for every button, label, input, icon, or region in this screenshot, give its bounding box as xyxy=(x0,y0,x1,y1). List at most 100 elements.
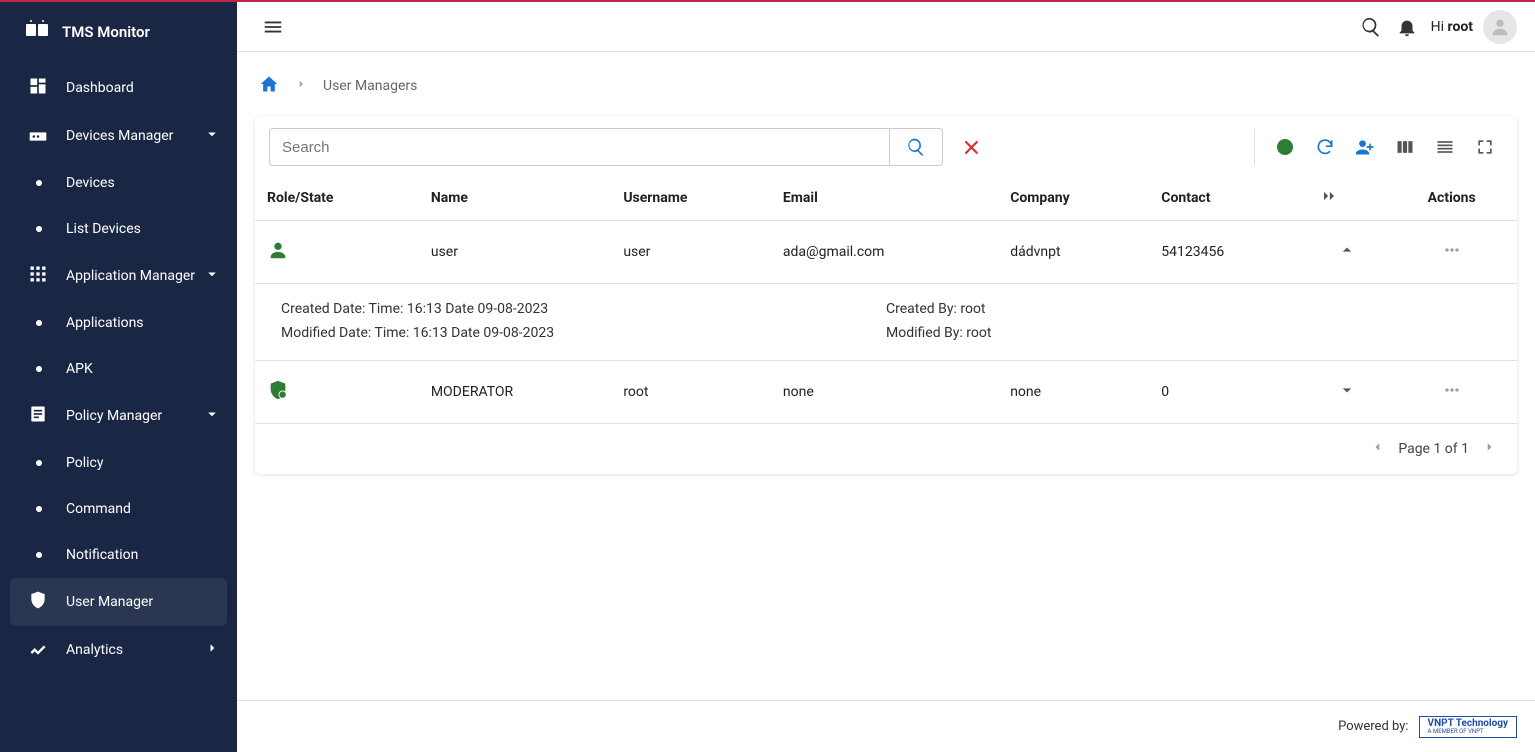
contact-cell: 0 xyxy=(1149,360,1306,423)
shield-user-icon xyxy=(28,590,48,614)
add-user-button[interactable] xyxy=(1347,129,1383,165)
page-next-button[interactable] xyxy=(1481,438,1499,460)
expand-cell[interactable] xyxy=(1307,221,1387,284)
sidebar-item-devices-manager[interactable]: Devices Manager xyxy=(0,112,237,160)
main-area: Hi root User Managers xyxy=(237,0,1535,752)
refresh-button[interactable] xyxy=(1307,129,1343,165)
devices-icon xyxy=(28,124,48,148)
expand-cell[interactable] xyxy=(1307,360,1387,423)
table-row-detail: Created Date: Time: 16:13 Date 09-08-202… xyxy=(255,284,1517,361)
col-company[interactable]: Company xyxy=(998,176,1149,221)
page-indicator: Page 1 of 1 xyxy=(1398,441,1469,457)
bullet-icon xyxy=(36,460,42,466)
sidebar-item-label: APK xyxy=(66,361,93,377)
search-input[interactable] xyxy=(269,128,889,166)
fullscreen-button[interactable] xyxy=(1467,129,1503,165)
name-cell: MODERATOR xyxy=(419,360,611,423)
chevron-right-icon xyxy=(293,76,309,96)
chevron-down-icon xyxy=(203,265,221,287)
policy-icon xyxy=(28,404,48,428)
status-indicator[interactable] xyxy=(1267,129,1303,165)
username-cell: root xyxy=(611,360,771,423)
sidebar-item-analytics[interactable]: Analytics xyxy=(0,626,237,674)
username-cell: user xyxy=(611,221,771,284)
sidebar-item-label: Analytics xyxy=(66,642,123,658)
app-brand: TMS Monitor xyxy=(0,6,237,64)
created-by-value: root xyxy=(960,301,985,317)
breadcrumb-home[interactable] xyxy=(259,74,279,98)
sidebar-item-label: User Manager xyxy=(66,594,153,610)
sidebar-item-label: Application Manager xyxy=(66,268,195,284)
user-icon xyxy=(267,249,289,265)
menu-toggle-button[interactable] xyxy=(255,9,291,45)
bullet-icon xyxy=(36,506,42,512)
email-cell: ada@gmail.com xyxy=(771,221,998,284)
pagination: Page 1 of 1 xyxy=(255,424,1517,474)
name-cell: user xyxy=(419,221,611,284)
sidebar-subitem-devices[interactable]: Devices xyxy=(0,160,237,206)
chevron-down-icon xyxy=(203,405,221,427)
notifications-button[interactable] xyxy=(1389,9,1425,45)
created-by-label: Created By: xyxy=(886,301,957,317)
analytics-icon xyxy=(28,638,48,662)
email-cell: none xyxy=(771,360,998,423)
sidebar-subitem-policy[interactable]: Policy xyxy=(0,440,237,486)
bullet-icon xyxy=(36,552,42,558)
sidebar-item-policy-manager[interactable]: Policy Manager xyxy=(0,392,237,440)
columns-button[interactable] xyxy=(1387,129,1423,165)
sidebar: TMS Monitor Dashboard Devices Manager De… xyxy=(0,0,237,752)
chevron-up-icon xyxy=(1337,248,1357,264)
col-email[interactable]: Email xyxy=(771,176,998,221)
sidebar-item-label: Policy xyxy=(66,455,104,471)
detail-left: Created Date: Time: 16:13 Date 09-08-202… xyxy=(281,298,886,346)
chevron-right-icon xyxy=(203,639,221,661)
bullet-icon xyxy=(36,180,42,186)
actions-cell[interactable] xyxy=(1386,360,1517,423)
sidebar-item-label: Command xyxy=(66,501,131,517)
greeting-prefix: Hi xyxy=(1431,19,1448,35)
sidebar-item-label: Dashboard xyxy=(66,80,134,96)
sidebar-item-user-manager[interactable]: User Manager xyxy=(10,578,227,626)
bullet-icon xyxy=(36,366,42,372)
content: User Managers xyxy=(237,52,1535,700)
sidebar-item-application-manager[interactable]: Application Manager xyxy=(0,252,237,300)
col-username[interactable]: Username xyxy=(611,176,771,221)
page-prev-button[interactable] xyxy=(1368,438,1386,460)
footer-text: Powered by: xyxy=(1338,719,1408,734)
sidebar-subitem-applications[interactable]: Applications xyxy=(0,300,237,346)
detail-right: Created By: root Modified By: root xyxy=(886,298,1491,346)
sidebar-item-label: Devices Manager xyxy=(66,128,173,144)
greeting-text: Hi root xyxy=(1431,19,1473,35)
col-role[interactable]: Role/State xyxy=(255,176,419,221)
company-cell: dádvnpt xyxy=(998,221,1149,284)
modified-by-label: Modified By: xyxy=(886,325,963,341)
footer-logo: VNPT Technology A MEMBER OF VNPT xyxy=(1419,716,1517,738)
role-cell xyxy=(255,221,419,284)
sidebar-subitem-list-devices[interactable]: List Devices xyxy=(0,206,237,252)
app-name: TMS Monitor xyxy=(62,23,150,41)
sidebar-item-dashboard[interactable]: Dashboard xyxy=(0,64,237,112)
footer-logo-sub: A MEMBER OF VNPT xyxy=(1428,729,1508,735)
clear-search-button[interactable] xyxy=(953,137,989,157)
user-avatar[interactable] xyxy=(1483,10,1517,44)
search-button[interactable] xyxy=(1353,9,1389,45)
role-cell xyxy=(255,360,419,423)
sidebar-subitem-apk[interactable]: APK xyxy=(0,346,237,392)
col-expand[interactable] xyxy=(1307,176,1387,221)
search-submit-button[interactable] xyxy=(889,128,943,166)
app-logo-icon xyxy=(22,18,52,46)
col-name[interactable]: Name xyxy=(419,176,611,221)
sidebar-subitem-notification[interactable]: Notification xyxy=(0,532,237,578)
col-contact[interactable]: Contact xyxy=(1149,176,1306,221)
modified-date-label: Modified Date: xyxy=(281,325,371,341)
bullet-icon xyxy=(36,320,42,326)
status-dot-icon xyxy=(1277,139,1293,155)
bullet-icon xyxy=(36,226,42,232)
density-button[interactable] xyxy=(1427,129,1463,165)
col-actions: Actions xyxy=(1386,176,1517,221)
table-row: user user ada@gmail.com dádvnpt 54123456 xyxy=(255,221,1517,284)
sidebar-subitem-command[interactable]: Command xyxy=(0,486,237,532)
search-wrap xyxy=(269,128,943,166)
actions-cell[interactable] xyxy=(1386,221,1517,284)
chevron-down-icon xyxy=(203,125,221,147)
